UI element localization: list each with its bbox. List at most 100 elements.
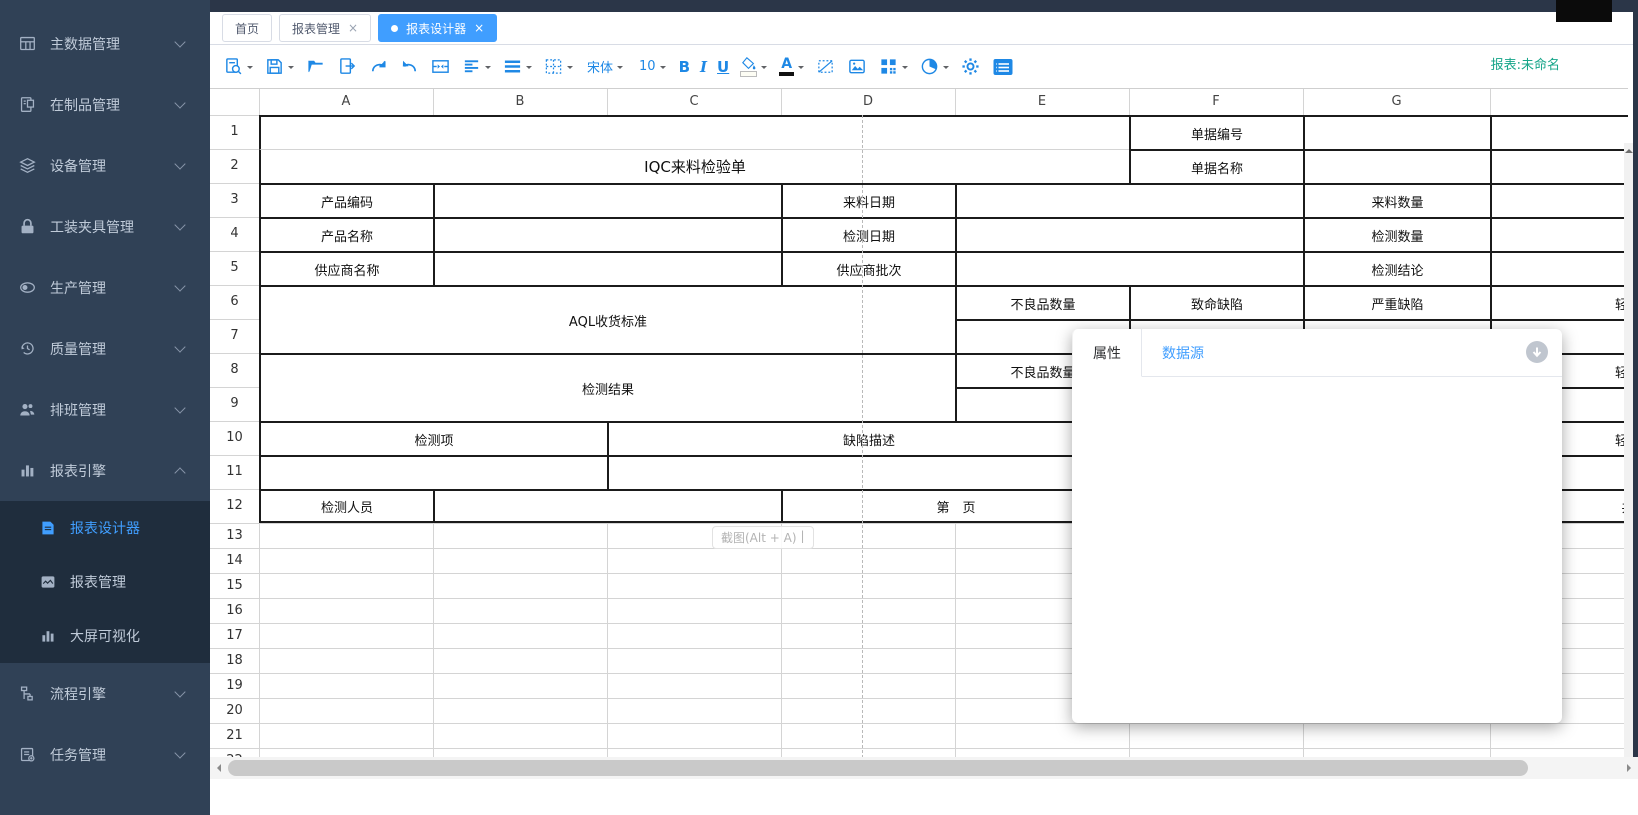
chart-button[interactable] bbox=[917, 55, 952, 78]
sheet-cell[interactable]: AQL收货标准 bbox=[259, 285, 955, 353]
sidebar-item-tooling[interactable]: 工装夹具管理 bbox=[0, 196, 210, 257]
font-size-select[interactable]: 10 bbox=[635, 57, 670, 76]
tab-datasource[interactable]: 数据源 bbox=[1142, 329, 1224, 376]
sheet-cell[interactable]: 单据名称 bbox=[1129, 149, 1303, 183]
sidebar-item-report-management[interactable]: 报表管理 bbox=[0, 555, 210, 609]
sheet-cell[interactable] bbox=[433, 183, 781, 217]
sheet-cell[interactable] bbox=[1490, 183, 1628, 217]
sheet-cell[interactable]: 检测人员 bbox=[259, 489, 433, 523]
scroll-up-icon[interactable] bbox=[1625, 145, 1633, 153]
sheet-cell[interactable]: 产品编码 bbox=[259, 183, 433, 217]
sidebar-item-production[interactable]: 生产管理 bbox=[0, 257, 210, 318]
sheet-cell[interactable] bbox=[955, 217, 1303, 251]
bold-button[interactable]: B bbox=[674, 58, 695, 76]
undo-button[interactable] bbox=[397, 55, 422, 78]
sheet-cell[interactable]: 检测日期 bbox=[781, 217, 955, 251]
sheet-cell[interactable]: 致命缺陷 bbox=[1129, 285, 1303, 319]
sheet-cell[interactable] bbox=[1303, 149, 1490, 183]
sheet-cell[interactable] bbox=[1490, 217, 1628, 251]
tab-properties[interactable]: 属性 bbox=[1072, 329, 1142, 377]
sheet-cell[interactable] bbox=[955, 251, 1303, 285]
scroll-left-icon[interactable] bbox=[213, 764, 221, 772]
row-header[interactable]: 10 bbox=[210, 421, 259, 455]
export-button[interactable] bbox=[335, 55, 360, 78]
row-header[interactable]: 21 bbox=[210, 723, 259, 748]
tab-report-management[interactable]: 报表管理 × bbox=[279, 14, 371, 42]
sidebar-item-scheduling[interactable]: 排班管理 bbox=[0, 379, 210, 440]
sheet-cell[interactable]: 不良品数量 bbox=[955, 285, 1129, 319]
sidebar-item-equipment[interactable]: 设备管理 bbox=[0, 135, 210, 196]
sidebar-item-task-management[interactable]: 任务管理 bbox=[0, 724, 210, 785]
sheet-cell[interactable]: 产品名称 bbox=[259, 217, 433, 251]
row-header[interactable]: 12 bbox=[210, 489, 259, 523]
row-header[interactable]: 1 bbox=[210, 115, 259, 149]
diagonal-cell-button[interactable] bbox=[813, 55, 838, 78]
sidebar-item-report-designer[interactable]: 报表设计器 bbox=[0, 501, 210, 555]
sheet-cell[interactable] bbox=[1490, 149, 1628, 183]
sheet-cell[interactable] bbox=[607, 455, 1129, 489]
column-header[interactable]: A bbox=[259, 89, 433, 115]
sidebar-item-dashboard-visualization[interactable]: 大屏可视化 bbox=[0, 609, 210, 663]
row-header[interactable]: 6 bbox=[210, 285, 259, 319]
sheet-cell[interactable]: 单据编号 bbox=[1129, 115, 1303, 149]
sidebar-item-report-engine[interactable]: 报表引擎 bbox=[0, 440, 210, 501]
preview-button[interactable] bbox=[221, 55, 256, 78]
open-button[interactable] bbox=[303, 55, 329, 78]
settings-button[interactable] bbox=[958, 55, 983, 78]
row-header[interactable]: 3 bbox=[210, 183, 259, 217]
sheet-cell[interactable]: IQC来料检验单 bbox=[259, 149, 1129, 183]
sheet-cell[interactable] bbox=[433, 217, 781, 251]
row-header[interactable]: 20 bbox=[210, 698, 259, 723]
column-header[interactable]: E bbox=[955, 89, 1129, 115]
sidebar-item-master-data[interactable]: 主数据管理 bbox=[0, 13, 210, 74]
row-header[interactable]: 5 bbox=[210, 251, 259, 285]
sheet-cell[interactable]: 轻微缺陷 bbox=[1490, 285, 1628, 319]
row-header[interactable]: 11 bbox=[210, 455, 259, 489]
collapse-panel-button[interactable] bbox=[1526, 341, 1548, 363]
tab-home[interactable]: 首页 bbox=[222, 14, 272, 42]
sheet-cell[interactable]: 检测数量 bbox=[1303, 217, 1490, 251]
row-header[interactable]: 17 bbox=[210, 623, 259, 648]
close-icon[interactable]: × bbox=[474, 22, 484, 34]
row-header[interactable]: 18 bbox=[210, 648, 259, 673]
row-header[interactable]: 7 bbox=[210, 319, 259, 353]
sheet-cell[interactable] bbox=[1303, 115, 1490, 149]
row-header[interactable]: 9 bbox=[210, 387, 259, 421]
sidebar-item-process-engine[interactable]: 流程引擎 bbox=[0, 663, 210, 724]
font-family-select[interactable]: 宋体 bbox=[583, 55, 627, 78]
sheet-cell[interactable]: 供应商名称 bbox=[259, 251, 433, 285]
column-header[interactable]: D bbox=[781, 89, 955, 115]
row-header[interactable]: 14 bbox=[210, 548, 259, 573]
row-header[interactable]: 16 bbox=[210, 598, 259, 623]
row-header[interactable]: 8 bbox=[210, 353, 259, 387]
sheet-cell[interactable] bbox=[433, 251, 781, 285]
scroll-right-icon[interactable] bbox=[1627, 764, 1635, 772]
font-color-button[interactable]: A bbox=[776, 55, 807, 78]
qrcode-button[interactable] bbox=[876, 55, 911, 78]
column-header[interactable]: C bbox=[607, 89, 781, 115]
italic-button[interactable]: I bbox=[695, 58, 712, 76]
sidebar-item-quality[interactable]: 质量管理 bbox=[0, 318, 210, 379]
sheet-cell[interactable]: 供应商批次 bbox=[781, 251, 955, 285]
row-header[interactable]: 19 bbox=[210, 673, 259, 698]
sheet-cell[interactable] bbox=[1490, 251, 1628, 285]
borders-button[interactable] bbox=[541, 55, 576, 78]
sidebar-item-wip[interactable]: 在制品管理 bbox=[0, 74, 210, 135]
column-header[interactable]: H bbox=[1490, 89, 1628, 115]
sheet-cell[interactable] bbox=[955, 183, 1303, 217]
row-header[interactable]: 15 bbox=[210, 573, 259, 598]
merge-cells-button[interactable] bbox=[428, 55, 453, 78]
sheet-cell[interactable] bbox=[259, 115, 1129, 149]
sheet-cell[interactable]: 严重缺陷 bbox=[1303, 285, 1490, 319]
sheet-cell[interactable]: 来料日期 bbox=[781, 183, 955, 217]
close-icon[interactable]: × bbox=[348, 22, 358, 34]
row-header[interactable]: 4 bbox=[210, 217, 259, 251]
column-header[interactable]: G bbox=[1303, 89, 1490, 115]
row-header[interactable]: 2 bbox=[210, 149, 259, 183]
underline-button[interactable]: U bbox=[712, 58, 734, 76]
panel-toggle-button[interactable] bbox=[989, 55, 1017, 79]
horizontal-scrollbar-thumb[interactable] bbox=[228, 760, 1528, 776]
tab-report-designer[interactable]: 报表设计器 × bbox=[378, 14, 497, 42]
column-header[interactable]: F bbox=[1129, 89, 1303, 115]
insert-image-button[interactable] bbox=[844, 55, 870, 78]
